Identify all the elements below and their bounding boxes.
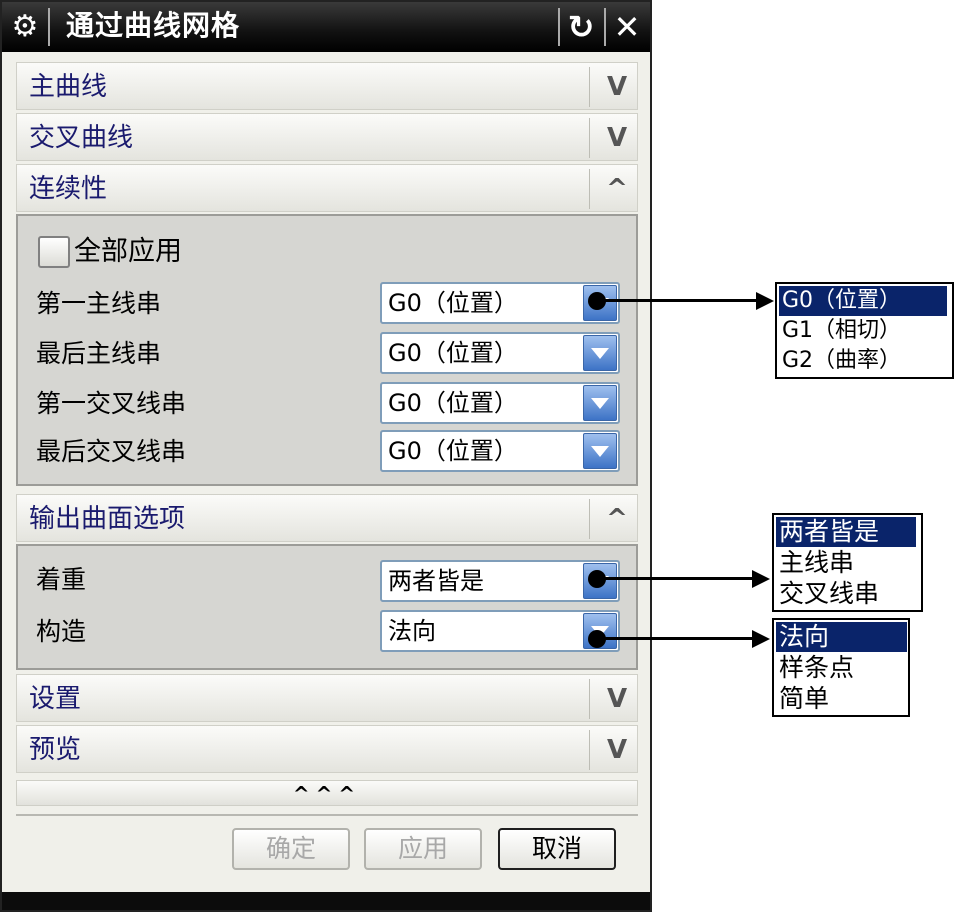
list-item[interactable]: 主线串 <box>776 548 854 578</box>
apply-all-checkbox[interactable] <box>38 236 70 268</box>
callout-arrow-head <box>756 292 774 310</box>
reset-icon[interactable]: ↻ <box>562 8 600 46</box>
section-label: 交叉曲线 <box>29 123 134 153</box>
chevron-down-icon[interactable]: V <box>597 114 637 162</box>
continuity-options-list: G0（位置） G1（相切） G2（曲率） <box>775 282 954 379</box>
callout-arrow-head <box>752 630 770 648</box>
dropdown-value: G0（位置） <box>388 339 518 367</box>
chevron-down-icon[interactable]: V <box>597 726 637 774</box>
callout-arrow-head <box>752 570 770 588</box>
last-cross-dropdown[interactable]: G0（位置） <box>380 430 620 472</box>
apply-button[interactable]: 应用 <box>364 828 482 870</box>
dropdown-value: G0（位置） <box>388 437 518 465</box>
list-item[interactable]: 样条点 <box>776 653 854 683</box>
section-settings[interactable]: 设置 V <box>16 674 638 722</box>
section-divider <box>589 169 590 209</box>
title-separator <box>48 8 50 46</box>
dropdown-value: 两者皆是 <box>388 567 484 595</box>
list-item[interactable]: G1（相切） <box>779 316 901 346</box>
show-more-bar[interactable]: ^^^ <box>16 780 638 806</box>
section-label: 设置 <box>29 684 82 714</box>
section-output-surface-options[interactable]: 输出曲面选项 ^ <box>16 494 638 542</box>
chevron-up-icon[interactable]: ^ <box>597 495 637 543</box>
chevron-up-icon[interactable]: ^ <box>597 165 637 213</box>
construction-options-list: 法向 样条点 简单 <box>772 618 910 717</box>
dropdown-value: G0（位置） <box>388 289 518 317</box>
section-divider <box>589 679 590 719</box>
first-cross-dropdown[interactable]: G0（位置） <box>380 382 620 424</box>
emphasis-dropdown[interactable]: 两者皆是 <box>380 560 620 602</box>
chevron-down-icon[interactable]: V <box>597 63 637 111</box>
callout-arrow-line <box>598 637 754 640</box>
section-label: 主曲线 <box>29 72 108 102</box>
title-separator <box>604 8 606 46</box>
section-cross-curves[interactable]: 交叉曲线 V <box>16 113 638 161</box>
close-icon[interactable]: ✕ <box>608 8 646 46</box>
section-label: 输出曲面选项 <box>29 504 186 534</box>
bottom-bar <box>2 892 650 910</box>
apply-all-label: 全部应用 <box>74 236 182 267</box>
emphasis-label: 着重 <box>36 565 87 594</box>
list-item[interactable]: G0（位置） <box>779 286 947 316</box>
section-divider <box>589 67 590 107</box>
dialog-window: ⚙ 通过曲线网格 ↻ ✕ 主曲线 V 交叉曲线 V 连续性 ^ 全部应用 第一主… <box>0 0 652 912</box>
output-panel: 着重 两者皆是 构造 法向 <box>16 544 638 670</box>
construction-dropdown[interactable]: 法向 <box>380 610 620 652</box>
section-continuity[interactable]: 连续性 ^ <box>16 164 638 212</box>
chevron-down-icon[interactable]: V <box>597 675 637 723</box>
list-item[interactable]: G2（曲率） <box>779 346 901 376</box>
section-divider <box>589 499 590 539</box>
dropdown-value: G0（位置） <box>388 389 518 417</box>
first-cross-label: 第一交叉线串 <box>36 389 187 418</box>
list-item[interactable]: 法向 <box>776 622 907 652</box>
ok-button[interactable]: 确定 <box>232 828 350 870</box>
section-divider <box>589 118 590 158</box>
list-item[interactable]: 简单 <box>776 684 829 714</box>
last-cross-label: 最后交叉线串 <box>36 437 187 466</box>
section-divider <box>589 730 590 770</box>
dropdown-arrow-icon[interactable] <box>583 385 617 421</box>
title-separator <box>558 8 560 46</box>
last-primary-dropdown[interactable]: G0（位置） <box>380 332 620 374</box>
cancel-button[interactable]: 取消 <box>498 828 616 870</box>
first-primary-dropdown[interactable]: G0（位置） <box>380 282 620 324</box>
callout-arrow-line <box>598 299 758 302</box>
construction-label: 构造 <box>36 617 87 646</box>
section-preview[interactable]: 预览 V <box>16 725 638 773</box>
dropdown-arrow-icon[interactable] <box>583 433 617 469</box>
list-item[interactable]: 交叉线串 <box>776 579 879 609</box>
list-item[interactable]: 两者皆是 <box>776 517 916 547</box>
title-bar: ⚙ 通过曲线网格 ↻ ✕ <box>2 2 650 52</box>
gear-icon[interactable]: ⚙ <box>6 8 44 46</box>
section-label: 连续性 <box>29 174 108 204</box>
dropdown-arrow-icon[interactable] <box>583 335 617 371</box>
section-label: 预览 <box>29 735 82 765</box>
continuity-panel: 全部应用 第一主线串 G0（位置） 最后主线串 G0（位置） 第一交叉线串 G0… <box>16 214 638 486</box>
last-primary-label: 最后主线串 <box>36 339 162 368</box>
dropdown-value: 法向 <box>388 617 436 645</box>
first-primary-label: 第一主线串 <box>36 289 162 318</box>
section-primary-curves[interactable]: 主曲线 V <box>16 62 638 110</box>
dialog-title: 通过曲线网格 <box>66 9 241 42</box>
separator-line <box>16 814 638 816</box>
callout-arrow-line <box>598 577 754 580</box>
emphasis-options-list: 两者皆是 主线串 交叉线串 <box>772 513 923 612</box>
